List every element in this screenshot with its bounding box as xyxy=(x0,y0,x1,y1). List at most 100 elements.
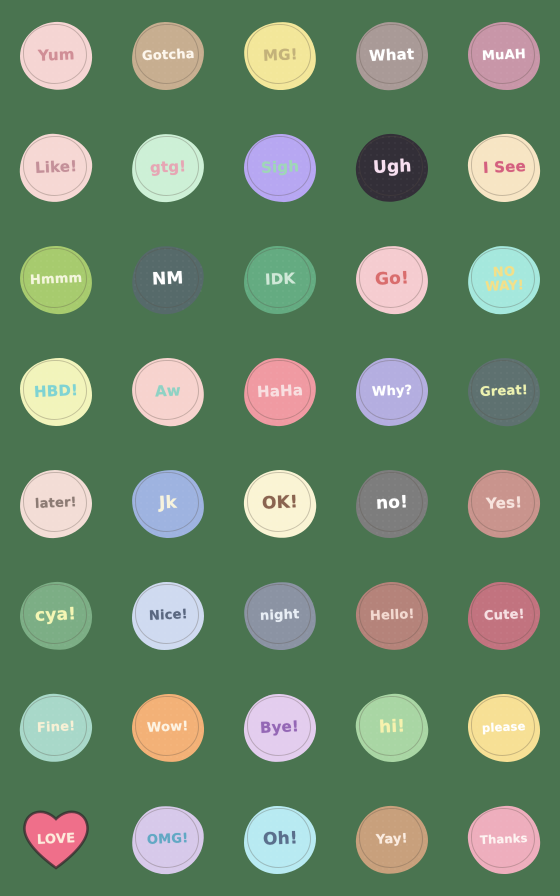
sticker-ok[interactable]: OK! xyxy=(241,466,319,542)
sticker-why[interactable]: Why? xyxy=(355,357,429,427)
sticker-label: I See xyxy=(482,157,526,178)
sticker-cell-cya[interactable]: cya! xyxy=(0,560,112,672)
sticker-nm[interactable]: NM xyxy=(129,242,207,318)
sticker-cell-muah[interactable]: MuAH xyxy=(448,0,560,112)
sticker-haha[interactable]: HaHa xyxy=(242,356,318,428)
sticker-cell-hbd[interactable]: HBD! xyxy=(0,336,112,448)
sticker-what[interactable]: What xyxy=(353,19,431,93)
sticker-please[interactable]: please xyxy=(467,693,541,763)
sticker-hmmm[interactable]: Hmmm xyxy=(18,244,94,316)
sticker-label: HBD! xyxy=(33,381,79,402)
sticker-cell-ugh[interactable]: Ugh xyxy=(336,112,448,224)
sticker-cell-aw[interactable]: Aw xyxy=(112,336,224,448)
sticker-wow[interactable]: Wow! xyxy=(130,692,206,764)
sticker-cell-bye[interactable]: Bye! xyxy=(224,672,336,784)
sticker-label: cya! xyxy=(34,604,77,627)
sticker-cell-cute[interactable]: Cute! xyxy=(448,560,560,672)
sticker-cell-haha[interactable]: HaHa xyxy=(224,336,336,448)
sticker-hbd[interactable]: HBD! xyxy=(20,358,92,426)
sticker-label: Yes! xyxy=(485,493,523,514)
sticker-cell-hello[interactable]: Hello! xyxy=(336,560,448,672)
sticker-label: LOVE xyxy=(36,831,76,849)
sticker-cell-yay[interactable]: Yay! xyxy=(336,784,448,896)
sticker-cell-go[interactable]: Go! xyxy=(336,224,448,336)
sticker-yes[interactable]: Yes! xyxy=(466,468,542,540)
sticker-cell-gotcha[interactable]: Gotcha xyxy=(112,0,224,112)
sticker-cell-yes[interactable]: Yes! xyxy=(448,448,560,560)
sticker-cell-what[interactable]: What xyxy=(336,0,448,112)
sticker-cell-nice[interactable]: Nice! xyxy=(112,560,224,672)
sticker-cell-great[interactable]: Great! xyxy=(448,336,560,448)
sticker-cell-isee[interactable]: I See xyxy=(448,112,560,224)
sticker-isee[interactable]: I See xyxy=(466,132,542,204)
sticker-label: Yum xyxy=(37,45,75,66)
sticker-label: Great! xyxy=(479,383,529,401)
sticker-cell-please[interactable]: please xyxy=(448,672,560,784)
sticker-label: Aw xyxy=(154,381,182,401)
sticker-nice[interactable]: Nice! xyxy=(132,582,204,650)
sticker-cell-like[interactable]: Like! xyxy=(0,112,112,224)
sticker-cell-ok[interactable]: OK! xyxy=(224,448,336,560)
sticker-idk[interactable]: IDK xyxy=(243,245,317,315)
sticker-jk[interactable]: Jk xyxy=(130,468,206,540)
sticker-cell-no[interactable]: no! xyxy=(336,448,448,560)
sticker-muah[interactable]: MuAH xyxy=(468,22,540,90)
sticker-cell-sigh[interactable]: Sigh xyxy=(224,112,336,224)
sticker-cell-night[interactable]: night xyxy=(224,560,336,672)
sticker-sigh[interactable]: Sigh xyxy=(243,133,317,203)
sticker-cell-later[interactable]: later! xyxy=(0,448,112,560)
sticker-cell-thanks[interactable]: Thanks xyxy=(448,784,560,896)
sticker-like[interactable]: Like! xyxy=(17,131,95,205)
sticker-gtg[interactable]: gtg! xyxy=(130,132,206,204)
sticker-cell-yum[interactable]: Yum xyxy=(0,0,112,112)
sticker-label: night xyxy=(259,607,301,625)
sticker-mg[interactable]: MG! xyxy=(242,20,318,92)
sticker-cell-hmmm[interactable]: Hmmm xyxy=(0,224,112,336)
sticker-bye[interactable]: Bye! xyxy=(242,692,318,764)
sticker-cell-omg[interactable]: OMG! xyxy=(112,784,224,896)
sticker-label: please xyxy=(481,719,527,736)
sticker-aw[interactable]: Aw xyxy=(129,355,207,429)
sticker-cell-hi[interactable]: hi! xyxy=(336,672,448,784)
sticker-no[interactable]: no! xyxy=(355,469,429,539)
sticker-night[interactable]: night xyxy=(241,579,319,653)
sticker-oh[interactable]: Oh! xyxy=(244,806,316,874)
sticker-label: Fine! xyxy=(36,719,76,737)
sticker-label: Hmmm xyxy=(29,271,83,289)
sticker-cell-nm[interactable]: NM xyxy=(112,224,224,336)
sticker-label: Oh! xyxy=(262,828,298,851)
sticker-omg[interactable]: OMG! xyxy=(129,803,207,877)
sticker-hi[interactable]: hi! xyxy=(353,690,431,766)
sticker-hello[interactable]: Hello! xyxy=(354,580,430,652)
sticker-love[interactable]: LOVE xyxy=(20,806,92,874)
sticker-cell-noway[interactable]: NO WAY! xyxy=(448,224,560,336)
sticker-label: Yay! xyxy=(375,831,409,849)
sticker-go[interactable]: Go! xyxy=(354,244,430,316)
sticker-yum[interactable]: Yum xyxy=(17,18,95,94)
sticker-fine[interactable]: Fine! xyxy=(17,690,95,766)
sticker-great[interactable]: Great! xyxy=(465,354,543,430)
sticker-later[interactable]: later! xyxy=(18,468,94,540)
sticker-gotcha[interactable]: Gotcha xyxy=(131,21,205,91)
sticker-label: OMG! xyxy=(146,831,189,849)
sticker-cell-love[interactable]: LOVE xyxy=(0,784,112,896)
sticker-ugh[interactable]: Ugh xyxy=(353,130,431,206)
sticker-label: Jk xyxy=(158,492,178,514)
sticker-label: NO WAY! xyxy=(484,264,524,295)
sticker-label: MG! xyxy=(262,45,298,66)
sticker-thanks[interactable]: Thanks xyxy=(466,804,542,876)
sticker-cell-why[interactable]: Why? xyxy=(336,336,448,448)
sticker-label: Gotcha xyxy=(141,47,195,65)
sticker-cell-jk[interactable]: Jk xyxy=(112,448,224,560)
sticker-cell-oh[interactable]: Oh! xyxy=(224,784,336,896)
sticker-cell-gtg[interactable]: gtg! xyxy=(112,112,224,224)
sticker-cell-fine[interactable]: Fine! xyxy=(0,672,112,784)
sticker-noway[interactable]: NO WAY! xyxy=(465,243,543,317)
sticker-cya[interactable]: cya! xyxy=(17,579,95,653)
sticker-cell-mg[interactable]: MG! xyxy=(224,0,336,112)
sticker-cell-idk[interactable]: IDK xyxy=(224,224,336,336)
sticker-cute[interactable]: Cute! xyxy=(467,581,541,651)
sticker-label: Bye! xyxy=(260,717,300,738)
sticker-yay[interactable]: Yay! xyxy=(353,803,431,877)
sticker-cell-wow[interactable]: Wow! xyxy=(112,672,224,784)
